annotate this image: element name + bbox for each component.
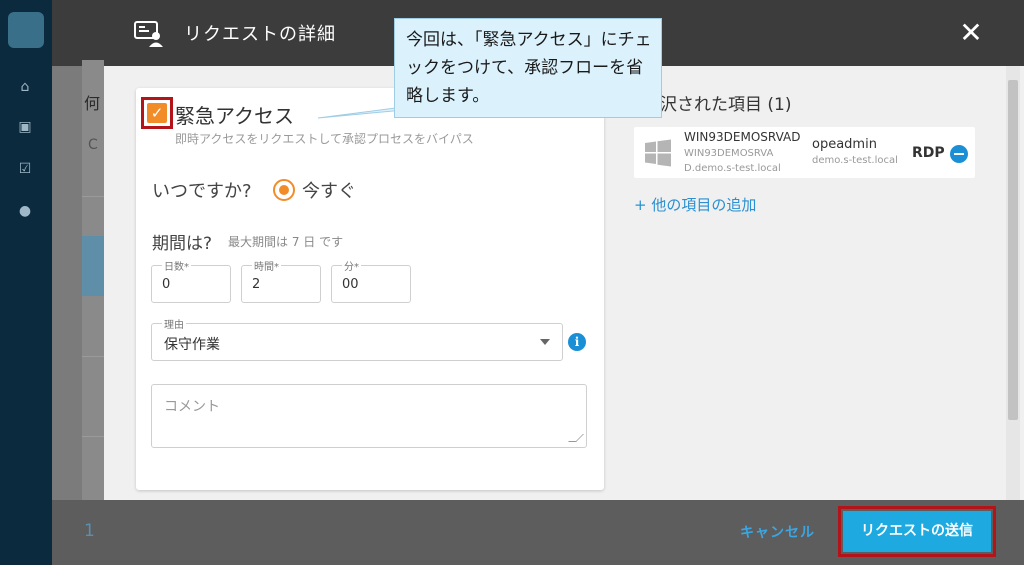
annotation-callout-text: 今回は、「緊急アクセス」にチェックをつけて、承認フローを省略します。 (406, 30, 652, 106)
item-domain: demo.s-test.local (812, 155, 898, 166)
background-selected-row (82, 236, 104, 296)
minutes-field[interactable]: 分* 00 (331, 258, 411, 303)
info-icon[interactable]: i (568, 333, 586, 351)
minutes-field-value: 00 (342, 277, 359, 292)
reason-select-value: 保守作業 (164, 337, 220, 353)
period-label: 期間は? (152, 234, 213, 254)
item-protocol: RDP (912, 145, 945, 161)
send-request-button[interactable]: リクエストの送信 (843, 511, 991, 552)
comment-textarea[interactable]: コメント (151, 384, 587, 448)
background-pagination: 1 (84, 521, 95, 541)
urgent-access-description: 即時アクセスをリクエストして承認プロセスをバイパス (175, 132, 474, 146)
hours-field-label: 時間* (252, 258, 281, 273)
approval-icon: ☑ (18, 161, 32, 177)
urgent-access-label: 緊急アクセス (175, 104, 294, 128)
home-icon: ⌂ (20, 79, 30, 95)
period-max-hint: 最大期間は 7 日 です (228, 235, 344, 249)
windows-icon (645, 139, 671, 167)
request-icon: ▣ (18, 119, 32, 135)
selected-items-title: 沢された項目 (1) (660, 95, 792, 115)
hours-field[interactable]: 時間* 2 (241, 258, 321, 303)
user-icon: ● (18, 203, 32, 219)
modal-title: リクエストの詳細 (184, 24, 336, 45)
background-sidebar: ⌂ ▣ ☑ ● (0, 0, 52, 565)
item-account: opeadmin (812, 137, 877, 152)
resize-grip-icon[interactable] (568, 434, 584, 442)
now-radio-dot (279, 185, 289, 195)
item-fqdn: WIN93DEMOSRVAD.demo.s-test.local (684, 148, 781, 174)
cancel-button[interactable]: キャンセル (740, 522, 815, 542)
days-field[interactable]: 日数* 0 (151, 258, 231, 303)
request-detail-icon (134, 21, 163, 47)
now-radio-label: 今すぐ (302, 181, 356, 202)
item-hostname: WIN93DEMOSRVAD (684, 130, 801, 144)
scrollbar-thumb[interactable] (1008, 80, 1018, 420)
minutes-field-label: 分* (342, 258, 361, 273)
background-text-fragment: 何 (84, 94, 101, 113)
reason-select[interactable]: 理由 保守作業 (151, 316, 563, 361)
when-label: いつですか? (152, 181, 252, 202)
hours-field-value: 2 (252, 277, 261, 292)
reason-select-label: 理由 (162, 316, 186, 331)
minus-circle-icon[interactable] (950, 145, 968, 163)
urgent-access-checkbox[interactable]: ✓ (147, 103, 167, 123)
days-field-label: 日数* (162, 258, 191, 273)
app-logo (8, 12, 44, 48)
caret-down-icon (540, 339, 550, 345)
days-field-value: 0 (162, 277, 171, 292)
background-search-fragment: C (88, 137, 98, 153)
background-table-strip (82, 60, 104, 500)
add-more-items-link[interactable]: + 他の項目の追加 (634, 194, 756, 215)
close-button[interactable]: ✕ (956, 18, 986, 48)
background-header (52, 0, 104, 66)
comment-placeholder: コメント (164, 399, 220, 415)
